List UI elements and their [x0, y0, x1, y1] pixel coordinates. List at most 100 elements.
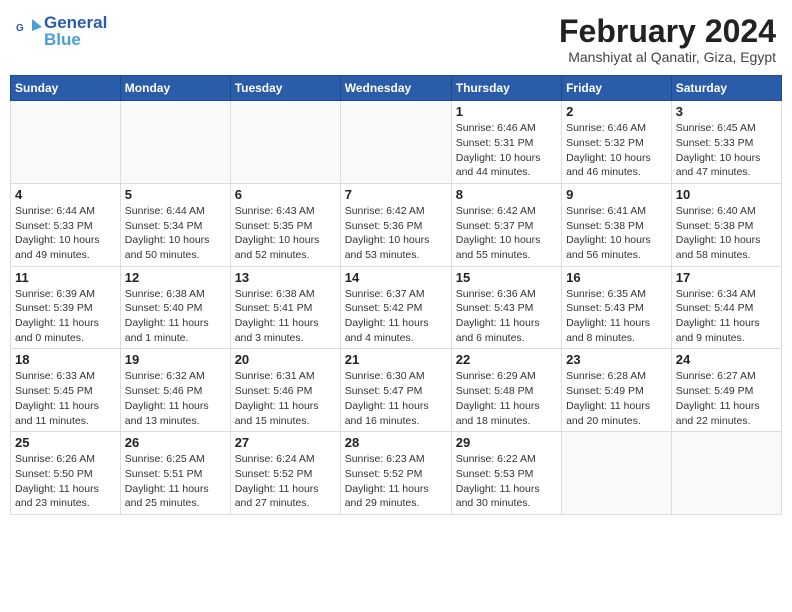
- calendar-cell: [230, 101, 340, 184]
- day-number: 15: [456, 270, 557, 285]
- logo: G General Blue: [16, 14, 107, 48]
- day-of-week-header: Tuesday: [230, 76, 340, 101]
- calendar-cell: 6 Sunrise: 6:43 AMSunset: 5:35 PMDaylight…: [230, 183, 340, 266]
- day-info: Sunrise: 6:37 AMSunset: 5:42 PMDaylight:…: [345, 287, 447, 346]
- calendar-cell: 19Sunrise: 6:32 AMSunset: 5:46 PMDayligh…: [120, 349, 230, 432]
- day-number: 17: [676, 270, 777, 285]
- calendar-cell: 28 Sunrise: 6:23 AMSunset: 5:52 PMDayligh…: [340, 432, 451, 515]
- calendar-cell: 3 Sunrise: 6:45 AMSunset: 5:33 PMDaylight…: [671, 101, 781, 184]
- calendar-cell: 22 Sunrise: 6:29 AMSunset: 5:48 PMDayligh…: [451, 349, 561, 432]
- svg-text:G: G: [16, 23, 24, 34]
- day-info: Sunrise: 6:41 AMSunset: 5:38 PMDaylight:…: [566, 204, 667, 263]
- day-of-week-header: Saturday: [671, 76, 781, 101]
- day-info: Sunrise: 6:46 AMSunset: 5:32 PMDaylight:…: [566, 121, 667, 180]
- day-number: 11: [15, 270, 116, 285]
- day-info: Sunrise: 6:28 AMSunset: 5:49 PMDaylight:…: [566, 369, 667, 428]
- day-info: Sunrise: 6:42 AMSunset: 5:36 PMDaylight:…: [345, 204, 447, 263]
- day-info: Sunrise: 6:39 AMSunset: 5:39 PMDaylight:…: [15, 287, 116, 346]
- calendar-cell: 1 Sunrise: 6:46 AMSunset: 5:31 PMDaylight…: [451, 101, 561, 184]
- calendar-week-row: 1 Sunrise: 6:46 AMSunset: 5:31 PMDaylight…: [11, 101, 782, 184]
- calendar-cell: 13 Sunrise: 6:38 AMSunset: 5:41 PMDayligh…: [230, 266, 340, 349]
- calendar-cell: 4 Sunrise: 6:44 AMSunset: 5:33 PMDaylight…: [11, 183, 121, 266]
- day-of-week-header: Thursday: [451, 76, 561, 101]
- day-number: 10: [676, 187, 777, 202]
- day-number: 20: [235, 352, 336, 367]
- day-info: Sunrise: 6:40 AMSunset: 5:38 PMDaylight:…: [676, 204, 777, 263]
- calendar-cell: 5Sunrise: 6:44 AMSunset: 5:34 PMDaylight…: [120, 183, 230, 266]
- day-number: 9: [566, 187, 667, 202]
- day-number: 3: [676, 104, 777, 119]
- day-info: Sunrise: 6:44 AMSunset: 5:33 PMDaylight:…: [15, 204, 116, 263]
- day-info: Sunrise: 6:25 AMSunset: 5:51 PMDaylight:…: [125, 452, 226, 511]
- calendar-cell: 15 Sunrise: 6:36 AMSunset: 5:43 PMDayligh…: [451, 266, 561, 349]
- day-number: 18: [15, 352, 116, 367]
- day-info: Sunrise: 6:29 AMSunset: 5:48 PMDaylight:…: [456, 369, 557, 428]
- calendar-cell: 17 Sunrise: 6:34 AMSunset: 5:44 PMDayligh…: [671, 266, 781, 349]
- day-number: 23: [566, 352, 667, 367]
- title-block: February 2024 Manshiyat al Qanatir, Giza…: [559, 14, 776, 65]
- calendar-cell: 21Sunrise: 6:30 AMSunset: 5:47 PMDayligh…: [340, 349, 451, 432]
- calendar-cell: 20 Sunrise: 6:31 AMSunset: 5:46 PMDayligh…: [230, 349, 340, 432]
- calendar-cell: 9 Sunrise: 6:41 AMSunset: 5:38 PMDaylight…: [562, 183, 672, 266]
- calendar-cell: 18 Sunrise: 6:33 AMSunset: 5:45 PMDayligh…: [11, 349, 121, 432]
- day-info: Sunrise: 6:46 AMSunset: 5:31 PMDaylight:…: [456, 121, 557, 180]
- day-number: 21: [345, 352, 447, 367]
- day-number: 27: [235, 435, 336, 450]
- calendar-cell: 12 Sunrise: 6:38 AMSunset: 5:40 PMDayligh…: [120, 266, 230, 349]
- day-number: 22: [456, 352, 557, 367]
- day-number: 4: [15, 187, 116, 202]
- calendar-cell: 14 Sunrise: 6:37 AMSunset: 5:42 PMDayligh…: [340, 266, 451, 349]
- day-number: 8: [456, 187, 557, 202]
- calendar-week-row: 11 Sunrise: 6:39 AMSunset: 5:39 PMDayligh…: [11, 266, 782, 349]
- calendar-table: SundayMondayTuesdayWednesdayThursdayFrid…: [10, 75, 782, 515]
- calendar-cell: 8 Sunrise: 6:42 AMSunset: 5:37 PMDaylight…: [451, 183, 561, 266]
- day-of-week-header: Wednesday: [340, 76, 451, 101]
- day-number: 14: [345, 270, 447, 285]
- day-info: Sunrise: 6:35 AMSunset: 5:43 PMDaylight:…: [566, 287, 667, 346]
- day-info: Sunrise: 6:32 AMSunset: 5:46 PMDaylight:…: [125, 369, 226, 428]
- location-subtitle: Manshiyat al Qanatir, Giza, Egypt: [559, 49, 776, 65]
- calendar-cell: [120, 101, 230, 184]
- calendar-cell: 11 Sunrise: 6:39 AMSunset: 5:39 PMDayligh…: [11, 266, 121, 349]
- calendar-cell: 27 Sunrise: 6:24 AMSunset: 5:52 PMDayligh…: [230, 432, 340, 515]
- day-info: Sunrise: 6:43 AMSunset: 5:35 PMDaylight:…: [235, 204, 336, 263]
- calendar-cell: 25Sunrise: 6:26 AMSunset: 5:50 PMDayligh…: [11, 432, 121, 515]
- calendar-cell: [671, 432, 781, 515]
- day-number: 26: [125, 435, 226, 450]
- day-info: Sunrise: 6:31 AMSunset: 5:46 PMDaylight:…: [235, 369, 336, 428]
- day-number: 13: [235, 270, 336, 285]
- day-info: Sunrise: 6:45 AMSunset: 5:33 PMDaylight:…: [676, 121, 777, 180]
- calendar-cell: 26 Sunrise: 6:25 AMSunset: 5:51 PMDayligh…: [120, 432, 230, 515]
- day-number: 1: [456, 104, 557, 119]
- day-number: 6: [235, 187, 336, 202]
- day-number: 7: [345, 187, 447, 202]
- day-of-week-header: Monday: [120, 76, 230, 101]
- calendar-week-row: 25Sunrise: 6:26 AMSunset: 5:50 PMDayligh…: [11, 432, 782, 515]
- day-info: Sunrise: 6:24 AMSunset: 5:52 PMDaylight:…: [235, 452, 336, 511]
- day-number: 16: [566, 270, 667, 285]
- day-info: Sunrise: 6:38 AMSunset: 5:41 PMDaylight:…: [235, 287, 336, 346]
- day-info: Sunrise: 6:36 AMSunset: 5:43 PMDaylight:…: [456, 287, 557, 346]
- day-info: Sunrise: 6:38 AMSunset: 5:40 PMDaylight:…: [125, 287, 226, 346]
- calendar-cell: [11, 101, 121, 184]
- day-info: Sunrise: 6:42 AMSunset: 5:37 PMDaylight:…: [456, 204, 557, 263]
- calendar-cell: [562, 432, 672, 515]
- calendar-cell: 2 Sunrise: 6:46 AMSunset: 5:32 PMDaylight…: [562, 101, 672, 184]
- calendar-cell: 29 Sunrise: 6:22 AMSunset: 5:53 PMDayligh…: [451, 432, 561, 515]
- day-of-week-header: Sunday: [11, 76, 121, 101]
- day-info: Sunrise: 6:34 AMSunset: 5:44 PMDaylight:…: [676, 287, 777, 346]
- day-number: 29: [456, 435, 557, 450]
- day-number: 12: [125, 270, 226, 285]
- day-info: Sunrise: 6:23 AMSunset: 5:52 PMDaylight:…: [345, 452, 447, 511]
- day-info: Sunrise: 6:26 AMSunset: 5:50 PMDaylight:…: [15, 452, 116, 511]
- day-of-week-header: Friday: [562, 76, 672, 101]
- calendar-week-row: 4 Sunrise: 6:44 AMSunset: 5:33 PMDaylight…: [11, 183, 782, 266]
- day-info: Sunrise: 6:22 AMSunset: 5:53 PMDaylight:…: [456, 452, 557, 511]
- day-info: Sunrise: 6:44 AMSunset: 5:34 PMDaylight:…: [125, 204, 226, 263]
- calendar-cell: 7 Sunrise: 6:42 AMSunset: 5:36 PMDaylight…: [340, 183, 451, 266]
- calendar-cell: 24Sunrise: 6:27 AMSunset: 5:49 PMDayligh…: [671, 349, 781, 432]
- day-info: Sunrise: 6:33 AMSunset: 5:45 PMDaylight:…: [15, 369, 116, 428]
- page-header: G General Blue February 2024 Manshiyat a…: [10, 10, 782, 69]
- day-number: 2: [566, 104, 667, 119]
- day-number: 28: [345, 435, 447, 450]
